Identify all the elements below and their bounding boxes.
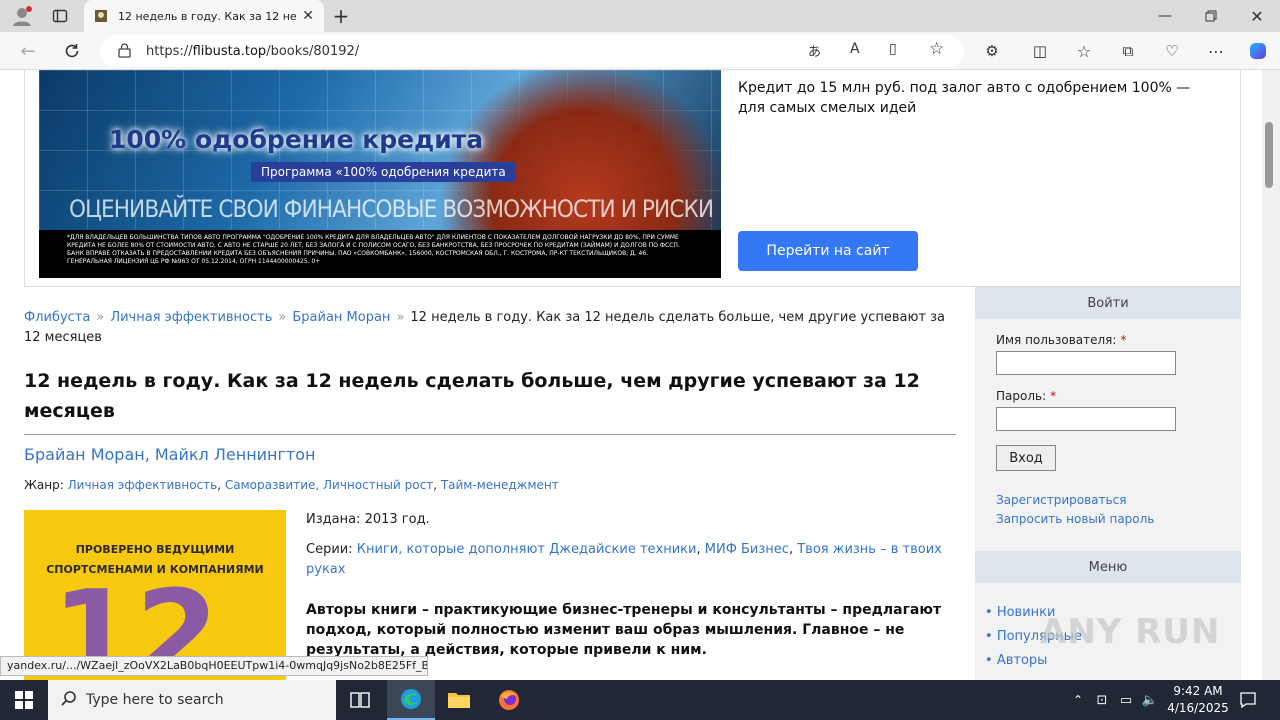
book-series: Серии: Книги, которые дополняют Джедайск… (306, 542, 942, 577)
genre-link[interactable]: Тайм-менеджмент (441, 478, 559, 492)
profile-icon[interactable] (8, 4, 36, 28)
collections-icon[interactable]: ⧉ (1114, 39, 1142, 63)
ad-text[interactable]: Кредит до 15 млн руб. под залог авто с о… (738, 78, 1198, 118)
password-label-text: Пароль: (996, 389, 1047, 403)
book-authors: Брайан Моран, Майкл Леннингтон (24, 445, 316, 464)
immersive-reader-icon[interactable]: ▯ (889, 41, 897, 57)
close-window-icon[interactable]: ✕ (1244, 4, 1270, 28)
login-button[interactable]: Вход (996, 445, 1056, 471)
extensions-icon[interactable]: ⚙ (978, 39, 1006, 63)
address-toolbar: ← https://flibusta.top/books/80192/ あ A … (0, 32, 1280, 70)
page-content: 100% одобрение кредита Программа «100% о… (0, 70, 1262, 682)
username-label: Имя пользователя: * (996, 333, 1241, 347)
favorite-star-icon[interactable]: ☆ (929, 39, 944, 59)
translate-icon[interactable]: あ (808, 41, 821, 60)
series-link[interactable]: МИФ Бизнес (705, 542, 789, 557)
status-url-bar: yandex.ru/.../WZaejl_zOoVX2LaB0bqH0EEUTp… (0, 656, 428, 676)
browser-tab[interactable]: 12 недель в году. Как за 12 неде ✕ (84, 0, 324, 32)
breadcrumb-separator: » (96, 310, 105, 325)
url-prefix: https:// (146, 43, 193, 59)
register-link[interactable]: Зарегистрироваться (996, 493, 1126, 507)
watermark: ANY RUN (1040, 612, 1221, 652)
refresh-icon[interactable] (58, 39, 86, 63)
task-view-icon[interactable] (336, 680, 384, 720)
required-mark: * (1050, 389, 1057, 403)
account-links: Зарегистрироваться Запросить новый парол… (996, 491, 1241, 529)
book-info: Издана: 2013 год. Серии: Книги, которые … (306, 510, 956, 660)
author-link[interactable]: Брайан Моран (24, 445, 145, 464)
new-password-link[interactable]: Запросить новый пароль (996, 512, 1154, 526)
login-block-title: Войти (975, 287, 1241, 319)
ethernet-icon[interactable]: ▭ (1116, 690, 1136, 710)
password-label: Пароль: * (996, 389, 1241, 403)
tab-actions-icon[interactable] (44, 4, 76, 28)
main-column: Флибуста » Личная эффективность » Брайан Мор… (24, 308, 956, 492)
file-explorer-icon[interactable] (435, 680, 483, 720)
notifications-icon[interactable] (1238, 690, 1258, 710)
tab-close-icon[interactable]: ✕ (302, 8, 314, 24)
windows-start-icon[interactable] (0, 680, 48, 720)
book-published: Издана: 2013 год. (306, 512, 430, 527)
lock-icon[interactable] (118, 43, 131, 62)
ad-visit-site-button[interactable]: Перейти на сайт (738, 231, 918, 271)
more-menu-icon[interactable]: ⋯ (1202, 39, 1230, 63)
required-mark: * (1120, 333, 1127, 347)
book-description: Авторы книги – практикующие бизнес-трене… (306, 602, 942, 658)
genre-label: Жанр: (24, 478, 64, 492)
browser-essentials-icon[interactable]: ♡ (1158, 39, 1186, 63)
book-genres: Жанр: Личная эффективность, Саморазвитие… (24, 478, 559, 492)
breadcrumb-separator: » (396, 310, 405, 325)
favorites-icon[interactable]: ☆ (1070, 39, 1098, 63)
back-icon[interactable]: ← (14, 39, 42, 63)
volume-icon[interactable]: 🔈 (1140, 690, 1160, 710)
url-host: flibusta.top (192, 43, 267, 59)
menu-block-title: Меню (975, 551, 1241, 583)
search-icon (60, 690, 78, 712)
clock-date: 4/16/2025 (1167, 701, 1229, 715)
url-path: /books/80192/ (266, 43, 360, 59)
breadcrumb-separator: » (278, 310, 287, 325)
copilot-icon[interactable] (1244, 39, 1272, 63)
address-bar[interactable]: https://flibusta.top/books/80192/ あ A ▯ … (100, 35, 964, 67)
breadcrumb-link-author[interactable]: Брайан Моран (292, 310, 390, 325)
ad-slogan: ОЦЕНИВАЙТЕ СВОИ ФИНАНСОВЫЕ ВОЗМОЖНОСТИ И… (69, 195, 714, 223)
book-title: 12 недель в году. Как за 12 недель сдела… (24, 366, 956, 435)
username-input[interactable] (996, 351, 1176, 375)
ad-image[interactable]: 100% одобрение кредита Программа «100% о… (39, 70, 721, 278)
minimize-icon[interactable]: — (1152, 4, 1178, 28)
scrollbar-thumb[interactable] (1265, 122, 1273, 188)
password-input[interactable] (996, 407, 1176, 431)
ad-program-pill: Программа «100% одобрения кредита (251, 162, 516, 182)
split-screen-icon[interactable]: ◫ (1026, 39, 1054, 63)
ad-fine-print: *ДЛЯ ВЛАДЕЛЬЦЕВ БОЛЬШИНСТВА ТИПОВ АВТО П… (39, 230, 721, 278)
clock[interactable]: 9:42 AM 4/16/2025 (1162, 683, 1234, 717)
menu-item[interactable]: • Авторы (985, 649, 1241, 673)
restore-icon[interactable] (1198, 4, 1224, 28)
series-link[interactable]: Книги, которые дополняют Джедайские техн… (357, 542, 697, 557)
tab-bar: 12 недель в году. Как за 12 неде ✕ + — ✕ (0, 0, 1280, 32)
ad-headline: 100% одобрение кредита (109, 125, 484, 154)
breadcrumb-link-home[interactable]: Флибуста (24, 310, 90, 325)
taskbar: Type here to search ⌃ ⊡ ▭ 🔈 9:42 AM 4/16… (0, 680, 1280, 720)
firefox-icon[interactable] (485, 680, 533, 720)
genre-link[interactable]: Саморазвитие, Личностный рост (225, 478, 433, 492)
read-aloud-icon[interactable]: A (850, 41, 860, 57)
site-favicon-icon (94, 9, 108, 23)
screen: 12 недель в году. Как за 12 неде ✕ + — ✕… (0, 0, 1280, 720)
genre-link[interactable]: Личная эффективность (68, 478, 218, 492)
menu-item-label: Авторы (996, 653, 1048, 668)
breadcrumb: Флибуста » Личная эффективность » Брайан Мор… (24, 308, 956, 348)
taskbar-search[interactable]: Type here to search (48, 680, 336, 720)
show-hidden-icons-icon[interactable]: ⌃ (1068, 690, 1088, 710)
edge-taskbar-icon[interactable] (387, 680, 435, 720)
tab-title: 12 недель в году. Как за 12 неде (118, 9, 297, 23)
search-placeholder: Type here to search (86, 692, 224, 708)
username-label-text: Имя пользователя: (996, 333, 1117, 347)
new-tab-icon[interactable]: + (328, 4, 354, 28)
series-label: Серии: (306, 542, 353, 557)
network-status-icon[interactable]: ⊡ (1092, 690, 1112, 710)
author-link[interactable]: Майкл Леннингтон (155, 445, 316, 464)
breadcrumb-link-genre[interactable]: Личная эффективность (110, 310, 272, 325)
clock-time: 9:42 AM (1173, 684, 1223, 698)
